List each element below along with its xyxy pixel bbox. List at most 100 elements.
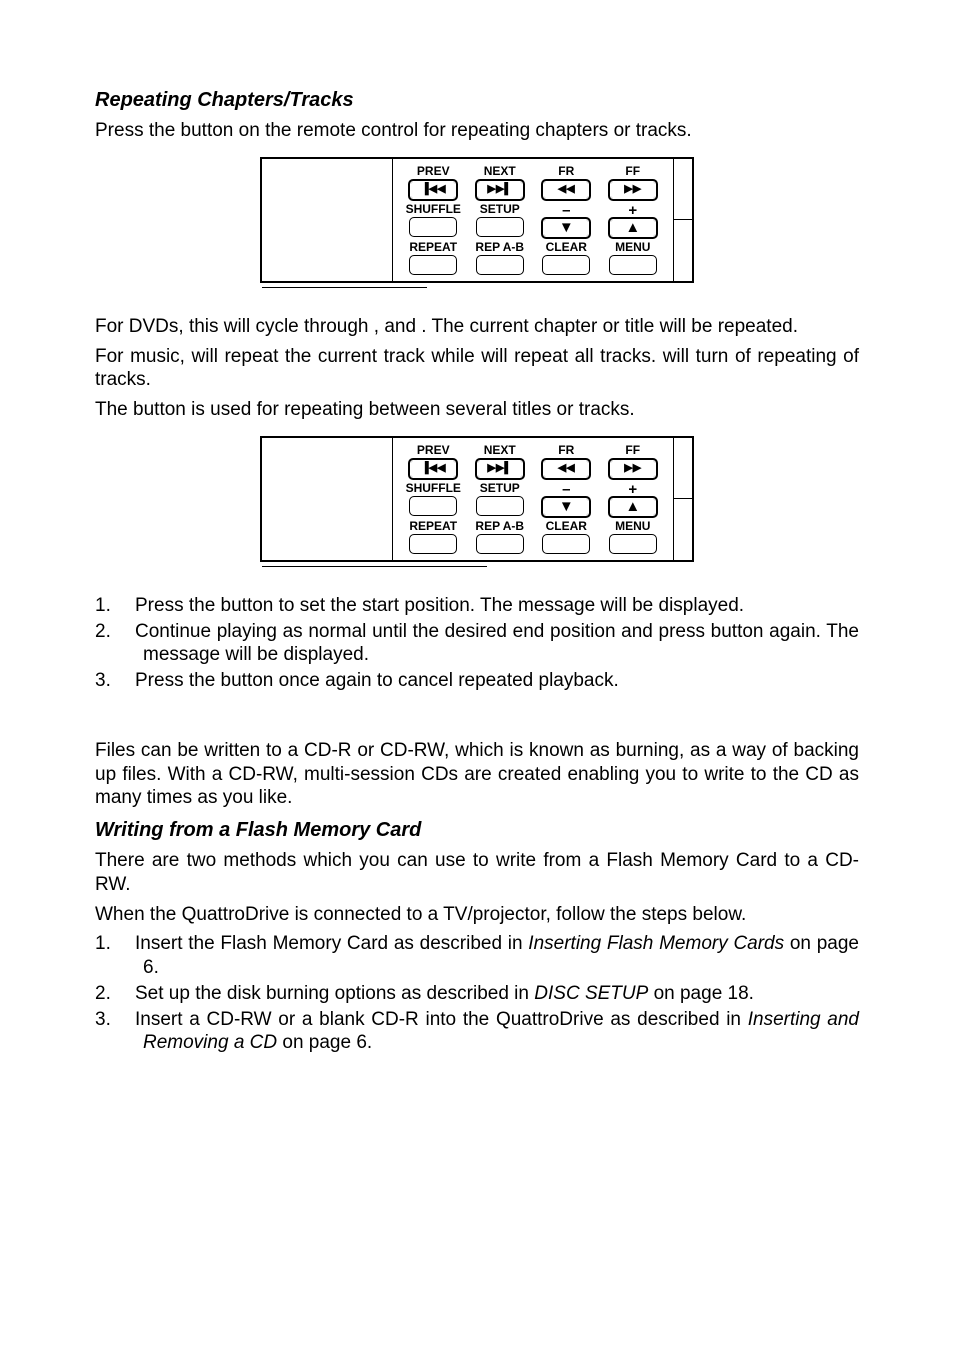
down-button: ▼ xyxy=(541,217,591,239)
label-next: NEXT xyxy=(484,444,516,457)
label-ff: FF xyxy=(625,444,640,457)
prev-button: ▐◀◀ xyxy=(408,179,458,201)
label-next: NEXT xyxy=(484,165,516,178)
remote-button-grid: PREV▐◀◀ NEXT▶▶▌ FR◀◀ FF▶▶ SHUFFLE SETUP … xyxy=(393,438,673,560)
fr-button: ◀◀ xyxy=(541,179,591,201)
label-fr: FR xyxy=(558,444,574,457)
label-clear: CLEAR xyxy=(546,241,587,254)
down-button: ▼ xyxy=(541,496,591,518)
citation: DISC SETUP xyxy=(534,983,648,1004)
next-button: ▶▶▌ xyxy=(475,179,525,201)
paragraph: For DVDs, this will cycle through , and … xyxy=(95,315,859,339)
ordered-list-1: 1.Press the button to set the start posi… xyxy=(95,594,859,693)
label-menu: MENU xyxy=(615,520,650,533)
text: will repeat all tracks. xyxy=(481,346,662,367)
text: Press the xyxy=(95,120,181,141)
remote-left-blank xyxy=(262,159,393,281)
list-number: 3. xyxy=(95,669,135,693)
up-button: ▲ xyxy=(608,496,658,518)
text: button on the remote control for repeati… xyxy=(181,120,692,141)
text: on page 6. xyxy=(277,1032,372,1053)
clear-button xyxy=(542,255,590,275)
remote-left-blank xyxy=(262,438,393,560)
up-button: ▲ xyxy=(608,217,658,239)
list-item: 2.Continue playing as normal until the d… xyxy=(95,620,859,668)
prev-button: ▐◀◀ xyxy=(408,458,458,480)
setup-button xyxy=(476,496,524,516)
pointer-line-2 xyxy=(262,572,692,580)
remote-figure-2: PREV▐◀◀ NEXT▶▶▌ FR◀◀ FF▶▶ SHUFFLE SETUP … xyxy=(260,436,694,562)
citation: Inserting Flash Memory Cards xyxy=(528,933,784,954)
label-repab: REP A-B xyxy=(475,520,524,533)
text: on page 18. xyxy=(648,983,754,1004)
remote-figure-1: PREV▐◀◀ NEXT▶▶▌ FR◀◀ FF▶▶ SHUFFLE SETUP … xyxy=(260,157,694,283)
label-clear: CLEAR xyxy=(546,520,587,533)
list-item: 3.Insert a CD-RW or a blank CD-R into th… xyxy=(95,1008,859,1056)
fastforward-icon: ▶▶ xyxy=(624,463,641,474)
menu-button xyxy=(609,255,657,275)
text: . The current chapter or title will be r… xyxy=(421,316,798,337)
label-menu: MENU xyxy=(615,241,650,254)
up-icon: ▲ xyxy=(625,499,640,514)
fastforward-icon: ▶▶ xyxy=(624,184,641,195)
paragraph: For music, will repeat the current track… xyxy=(95,345,859,393)
list-item: 2.Set up the disk burning options as des… xyxy=(95,982,859,1006)
next-button: ▶▶▌ xyxy=(475,458,525,480)
label-plus: + xyxy=(628,482,637,495)
pointer-line-1 xyxy=(262,293,692,301)
text: button to set the start position. The xyxy=(221,595,519,616)
text: will repeat the current track while xyxy=(192,346,482,367)
rewind-icon: ◀◀ xyxy=(558,463,575,474)
repab-button xyxy=(476,534,524,554)
ff-button: ▶▶ xyxy=(608,458,658,480)
shuffle-button xyxy=(409,496,457,516)
label-repab: REP A-B xyxy=(475,241,524,254)
remote-right-strip xyxy=(673,159,692,281)
label-minus: – xyxy=(562,203,570,216)
paragraph: Press the button on the remote control f… xyxy=(95,119,859,143)
rewind-icon: ◀◀ xyxy=(558,184,575,195)
text: and xyxy=(384,316,421,337)
label-fr: FR xyxy=(558,165,574,178)
text: Press the xyxy=(135,595,221,616)
text: Continue playing as normal until the des… xyxy=(135,621,711,642)
list-item: 1.Insert the Flash Memory Card as descri… xyxy=(95,932,859,980)
clear-button xyxy=(542,534,590,554)
list-item: 1.Press the button to set the start posi… xyxy=(95,594,859,618)
list-number: 1. xyxy=(95,932,135,956)
repab-button xyxy=(476,255,524,275)
setup-button xyxy=(476,217,524,237)
label-ff: FF xyxy=(625,165,640,178)
text: Insert the Flash Memory Card as describe… xyxy=(135,933,528,954)
down-icon: ▼ xyxy=(559,220,574,235)
remote-right-strip xyxy=(673,438,692,560)
text: The xyxy=(95,399,133,420)
fr-button: ◀◀ xyxy=(541,458,591,480)
paragraph: The button is used for repeating between… xyxy=(95,398,859,422)
label-prev: PREV xyxy=(417,444,450,457)
section-heading-writing: Writing from a Flash Memory Card xyxy=(95,818,859,843)
list-item: 3.Press the button once again to cancel … xyxy=(95,669,859,693)
page: Repeating Chapters/Tracks Press the butt… xyxy=(0,0,954,1117)
label-prev: PREV xyxy=(417,165,450,178)
paragraph: When the QuattroDrive is connected to a … xyxy=(95,903,859,927)
label-setup: SETUP xyxy=(480,203,520,216)
next-icon: ▶▶▌ xyxy=(487,463,512,474)
remote-button-grid: PREV▐◀◀ NEXT▶▶▌ FR◀◀ FF▶▶ SHUFFLE SETUP … xyxy=(393,159,673,281)
repeat-button xyxy=(409,534,457,554)
label-plus: + xyxy=(628,203,637,216)
paragraph: There are two methods which you can use … xyxy=(95,849,859,897)
paragraph: Files can be written to a CD-R or CD-RW,… xyxy=(95,739,859,810)
down-icon: ▼ xyxy=(559,499,574,514)
label-repeat: REPEAT xyxy=(409,241,457,254)
text: , xyxy=(374,316,385,337)
list-number: 2. xyxy=(95,620,135,644)
section-heading-repeating: Repeating Chapters/Tracks xyxy=(95,88,859,113)
label-setup: SETUP xyxy=(480,482,520,495)
text: Press the xyxy=(135,670,221,691)
text: For music, xyxy=(95,346,192,367)
text: Set up the disk burning options as descr… xyxy=(135,983,534,1004)
shuffle-button xyxy=(409,217,457,237)
up-icon: ▲ xyxy=(625,220,640,235)
label-minus: – xyxy=(562,482,570,495)
